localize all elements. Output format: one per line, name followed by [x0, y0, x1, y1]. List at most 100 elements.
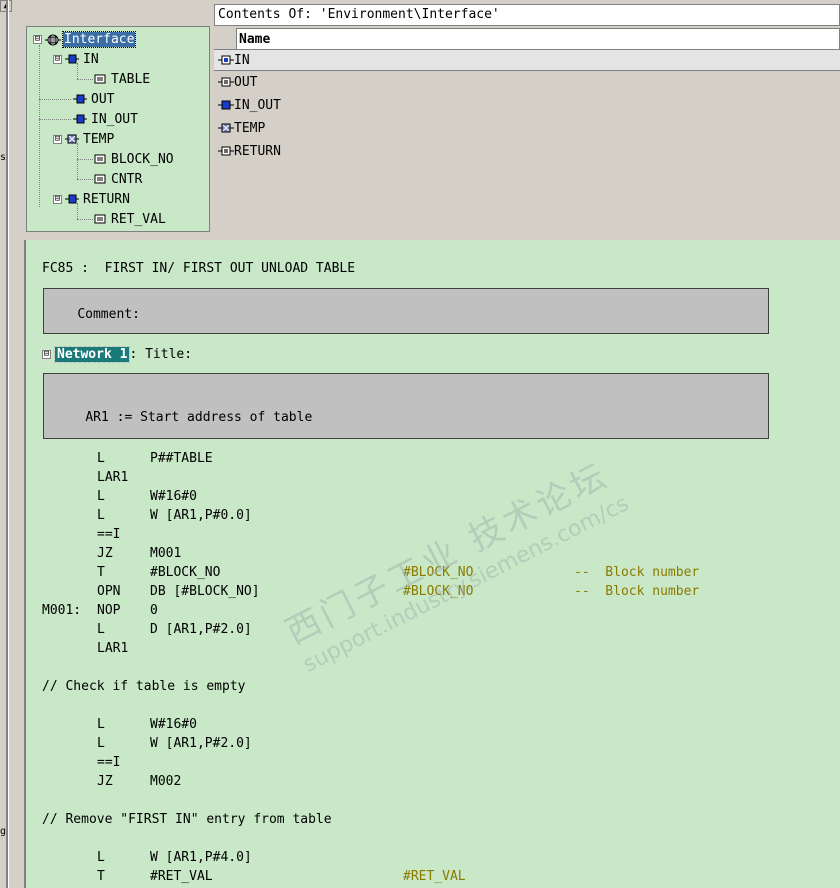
variable-icon: [93, 213, 107, 225]
code-label: M001:: [42, 603, 82, 618]
column-header-name[interactable]: Name: [236, 28, 840, 50]
code-line[interactable]: // Check if table is empty: [26, 677, 816, 696]
code-symbol-info: #BLOCK_NO: [403, 584, 474, 599]
tree-connector: [39, 99, 71, 100]
code-line[interactable]: L W#16#0: [26, 715, 816, 734]
code-line[interactable]: T #BLOCK_NO #BLOCK_NO -- Block number: [26, 563, 816, 582]
window-border: [6, 0, 9, 888]
code-line[interactable]: L P##TABLE: [26, 449, 816, 468]
code-operand: 0: [150, 603, 158, 618]
collapse-icon[interactable]: ⊟: [53, 134, 62, 144]
interface-tree[interactable]: ⊟ Interface ⊟ IN TABLE OUT IN_OUT ⊟ TEMP…: [26, 26, 210, 232]
code-line[interactable]: M001: NOP 0: [26, 601, 816, 620]
list-item-in[interactable]: IN: [214, 49, 840, 71]
code-operand: W#16#0: [150, 717, 197, 732]
code-instruction: L: [97, 508, 105, 523]
left-window-edge: ▲ s g: [0, 0, 24, 888]
tree-item-cntr[interactable]: CNTR: [93, 170, 142, 188]
code-symbol-comment: -- Block number: [574, 584, 700, 599]
tree-item-label: IN_OUT: [91, 111, 138, 127]
code-operand: W [AR1,P#0.0]: [150, 508, 252, 523]
network-label[interactable]: Network 1: [53, 345, 131, 363]
code-operand: DB [#BLOCK_NO]: [150, 584, 260, 599]
variable-icon: [93, 73, 107, 85]
code-line[interactable]: L W#16#0: [26, 487, 816, 506]
code-operand: P##TABLE: [150, 451, 213, 466]
tree-connector: [77, 79, 93, 80]
code-line[interactable]: T #RET_VAL #RET_VAL: [26, 867, 816, 886]
code-operand: D [AR1,P#2.0]: [150, 622, 252, 637]
edge-mark: s: [0, 152, 7, 163]
tree-item-out[interactable]: OUT: [73, 90, 114, 108]
return-param-icon: [65, 193, 79, 205]
code-symbol-info: #RET_VAL: [403, 869, 466, 884]
list-item-temp[interactable]: TEMP: [214, 117, 840, 139]
code-line[interactable]: L W [AR1,P#2.0]: [26, 734, 816, 753]
network-title[interactable]: : Title:: [129, 347, 192, 362]
tree-connector: [77, 219, 93, 220]
code-instruction: NOP: [97, 603, 121, 618]
tree-item-ret-val[interactable]: RET_VAL: [93, 210, 166, 228]
code-instruction: L: [97, 850, 105, 865]
variable-icon: [93, 173, 107, 185]
block-comment-box[interactable]: Comment:: [43, 288, 769, 334]
code-line[interactable]: // Remove "FIRST IN" entry from table: [26, 810, 816, 829]
tree-item-label: BLOCK_NO: [111, 151, 174, 167]
code-line[interactable]: ==I: [26, 753, 816, 772]
code-line[interactable]: LAR1: [26, 468, 816, 487]
code-line[interactable]: L W [AR1,P#0.0]: [26, 506, 816, 525]
tree-item-label: TEMP: [83, 131, 115, 147]
code-instruction: L: [97, 717, 105, 732]
list-item-return[interactable]: RETURN: [214, 140, 840, 162]
code-operand: #BLOCK_NO: [150, 565, 221, 580]
tree-item-label: IN: [83, 51, 99, 67]
tree-item-in[interactable]: ⊟ IN: [53, 50, 99, 68]
code-line[interactable]: ==I: [26, 525, 816, 544]
code-instruction: T: [97, 565, 105, 580]
inout-param-icon: [218, 99, 234, 111]
code-line[interactable]: [26, 658, 816, 677]
contents-title: Contents Of: 'Environment\Interface': [214, 4, 840, 26]
tree-item-label: TABLE: [111, 71, 151, 87]
variable-icon: [93, 153, 107, 165]
code-instruction: L: [97, 622, 105, 637]
tree-item-block-no[interactable]: BLOCK_NO: [93, 150, 174, 168]
network-comment-box[interactable]: AR1 := Start address of table: [43, 373, 769, 439]
code-line[interactable]: JZ M001: [26, 544, 816, 563]
collapse-icon[interactable]: ⊟: [53, 54, 62, 64]
list-item-in-out[interactable]: IN_OUT: [214, 94, 840, 116]
tree-connector: [39, 119, 71, 120]
code-line[interactable]: [26, 791, 816, 810]
code-operand: W#16#0: [150, 489, 197, 504]
inout-param-icon: [73, 113, 87, 125]
collapse-icon[interactable]: ⊟: [33, 34, 42, 44]
collapse-icon[interactable]: ⊟: [42, 349, 51, 359]
code-line[interactable]: OPN DB [#BLOCK_NO] #BLOCK_NO -- Block numbe…: [26, 582, 816, 601]
code-instruction: JZ: [97, 774, 113, 789]
code-line[interactable]: JZ M002: [26, 772, 816, 791]
list-item-label: IN: [234, 52, 250, 68]
list-item-label: OUT: [234, 74, 258, 90]
tree-item-in-out[interactable]: IN_OUT: [73, 110, 138, 128]
tree-connector: [77, 159, 93, 160]
code-line[interactable]: L D [AR1,P#2.0]: [26, 620, 816, 639]
code-instruction: L: [97, 736, 105, 751]
tree-connector: [39, 45, 40, 207]
code-line[interactable]: [26, 696, 816, 715]
tree-item-table[interactable]: TABLE: [93, 70, 150, 88]
network-comment-text: AR1 := Start address of table: [85, 410, 313, 425]
list-item-out[interactable]: OUT: [214, 71, 840, 93]
collapse-icon[interactable]: ⊟: [53, 194, 62, 204]
code-line[interactable]: [26, 829, 816, 848]
code-instruction: LAR1: [97, 470, 129, 485]
stl-code-editor[interactable]: FC85 : FIRST IN/ FIRST OUT UNLOAD TABLE …: [24, 240, 840, 888]
code-symbol-info: #BLOCK_NO: [403, 565, 474, 580]
code-line[interactable]: LAR1: [26, 639, 816, 658]
code-line[interactable]: L W [AR1,P#4.0]: [26, 848, 816, 867]
tree-item-interface[interactable]: ⊟ Interface: [33, 30, 137, 48]
tree-item-return[interactable]: ⊟ RETURN: [53, 190, 130, 208]
tree-item-temp[interactable]: ⊟ TEMP: [53, 130, 114, 148]
code-comment-line: // Check if table is empty: [42, 679, 246, 694]
list-item-label: TEMP: [234, 120, 266, 136]
temp-param-icon: [65, 133, 79, 145]
